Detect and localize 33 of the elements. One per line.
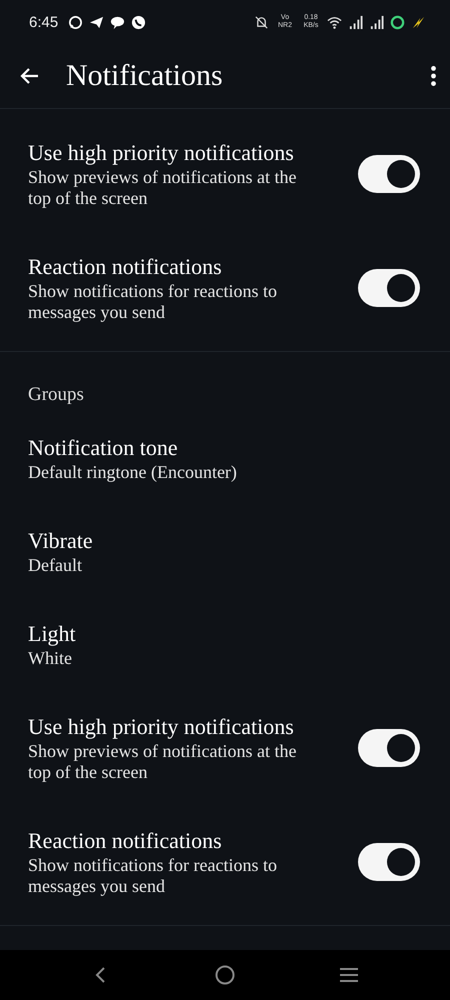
ring-icon [390,14,405,30]
toggle-switch[interactable] [358,155,420,193]
setting-title: Reaction notifications [28,827,223,855]
setting-title: Use high priority notifications [28,139,295,167]
setting-summary: Show notifications for reactions to messages you send [28,281,278,323]
more-vertical-icon [431,66,436,86]
toggle-switch[interactable] [358,843,420,881]
signal-icon [348,14,363,30]
muted-bell-icon [254,14,269,30]
setting-title: Vibrate [28,527,94,555]
setting-summary: Show previews of notifications at the top of the screen [28,741,298,783]
paper-plane-icon [89,14,104,30]
setting-title: Light [28,620,77,648]
setting-summary: Default ringtone (Encounter) [28,462,238,483]
home-nav-icon[interactable] [214,964,236,986]
setting-summary: Show notifications for reactions to messages you send [28,855,278,897]
wifi-icon [327,14,342,30]
menu-nav-icon[interactable] [338,965,359,985]
signal-icon [369,14,384,30]
speech-bubble-icon [110,14,126,30]
toggle-switch[interactable] [358,269,420,307]
status-time: 6:45 [29,14,58,30]
setting-summary: Default [28,555,83,576]
setting-title: Notification tone [28,434,179,462]
setting-title: Reaction notifications [28,253,223,281]
phone-bubble-icon [131,14,146,30]
toggle-switch[interactable] [358,729,420,767]
setting-title: Use high priority notifications [28,713,295,741]
section-header: Groups [27,383,85,407]
chat-bubble-icon [68,14,84,30]
setting-summary: White [28,648,73,669]
page-title: Notifications [66,59,223,93]
setting-summary: Show previews of notifications at the top of the screen [28,167,298,209]
